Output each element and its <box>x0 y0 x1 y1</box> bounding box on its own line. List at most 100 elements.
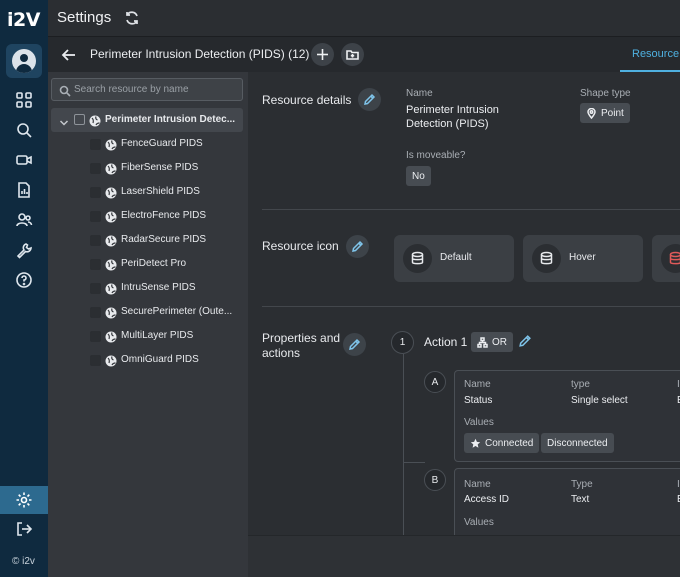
tree-item-checkbox[interactable] <box>90 163 101 174</box>
user-avatar-button[interactable] <box>6 44 42 78</box>
copyright-text: © i2v <box>12 556 35 567</box>
name-value: Perimeter Intrusion Detection (PIDS) <box>406 104 499 130</box>
property-letter: B <box>424 469 446 491</box>
tree-item-checkbox[interactable] <box>90 355 101 366</box>
value-label: Connected <box>485 437 534 449</box>
tree-item-checkbox[interactable] <box>90 283 101 294</box>
edit-properties-button[interactable] <box>343 333 366 356</box>
resource-icon-label: Resource icon <box>262 239 339 253</box>
globe-icon <box>105 210 117 223</box>
prop-type-label: Type <box>571 479 593 490</box>
icon-card-label: Hover <box>569 252 596 263</box>
tree-item[interactable]: SecurePerimeter (Oute... <box>48 300 248 324</box>
back-arrow-icon[interactable] <box>60 46 78 64</box>
globe-icon <box>105 282 117 295</box>
tree-item[interactable]: IntruSense PIDS <box>48 276 248 300</box>
tree-root-label: Perimeter Intrusion Detec... <box>105 114 236 125</box>
logout-icon[interactable] <box>12 517 36 541</box>
globe-icon <box>105 258 117 271</box>
chevron-down-icon[interactable] <box>59 115 69 126</box>
divider <box>262 306 680 307</box>
add-resource-button[interactable] <box>311 43 334 66</box>
moveable-chip: No <box>406 166 431 186</box>
prop-type-value: Text <box>571 494 590 505</box>
edit-icon-button[interactable] <box>346 235 369 258</box>
top-bar: Settings <box>48 0 680 37</box>
icon-card-label: Default <box>440 252 472 263</box>
tree-item-label: RadarSecure PIDS <box>121 234 207 245</box>
icon-card-hover[interactable]: Hover <box>523 235 643 282</box>
value-chip-connected: Connected <box>464 433 540 453</box>
tree-item-checkbox[interactable] <box>90 307 101 318</box>
avatar <box>12 49 36 73</box>
tree-item[interactable]: RadarSecure PIDS <box>48 228 248 252</box>
properties-label: Properties and actions <box>262 331 341 360</box>
sub-header: Perimeter Intrusion Detection (PIDS) (12… <box>48 37 680 72</box>
tree-root-item[interactable]: Perimeter Intrusion Detec... <box>51 108 243 132</box>
tree-item-checkbox[interactable] <box>90 187 101 198</box>
tree-item-label: FenceGuard PIDS <box>121 138 203 149</box>
moveable-label: Is moveable? <box>406 150 466 161</box>
help-icon[interactable] <box>12 268 36 292</box>
wrench-icon[interactable] <box>12 238 36 262</box>
shape-type-value: Point <box>601 107 624 119</box>
hierarchy-icon <box>477 336 488 348</box>
tree-item-checkbox[interactable] <box>90 235 101 246</box>
prop-values-label: Values <box>464 517 494 528</box>
tree-item[interactable]: OmniGuard PIDS <box>48 348 248 372</box>
database-icon <box>403 244 432 273</box>
app-window: i2V © i2v Settings Perimeter Intrusion D… <box>0 0 680 577</box>
tree-item-checkbox[interactable] <box>90 139 101 150</box>
icon-card-selected[interactable] <box>652 235 680 282</box>
dashboard-grid-icon[interactable] <box>12 88 36 112</box>
tree-item-label: IntruSense PIDS <box>121 282 196 293</box>
tree-item[interactable]: PeriDetect Pro <box>48 252 248 276</box>
prop-values-label: Values <box>464 417 494 428</box>
tree-item-checkbox[interactable] <box>90 259 101 270</box>
icon-card-default[interactable]: Default <box>394 235 514 282</box>
globe-icon <box>105 234 117 247</box>
tree-item[interactable]: LaserShield PIDS <box>48 180 248 204</box>
prop-extra-label: I <box>677 379 680 390</box>
tree-connector <box>403 462 425 463</box>
users-icon[interactable] <box>12 208 36 232</box>
tree-item-label: MultiLayer PIDS <box>121 330 194 341</box>
edit-details-button[interactable] <box>358 88 381 111</box>
refresh-icon[interactable] <box>124 10 140 26</box>
property-card-a: Name Status type Single select I E Value… <box>454 370 680 462</box>
map-pin-icon <box>587 107 596 119</box>
operator-value: OR <box>492 336 507 348</box>
prop-name-label: Name <box>464 479 491 490</box>
video-camera-icon[interactable] <box>12 148 36 172</box>
report-icon[interactable] <box>12 178 36 202</box>
resource-details-label: Resource details <box>262 93 352 107</box>
resource-tree-panel: Perimeter Intrusion Detec... FenceGuard … <box>48 72 248 577</box>
tree-item-label: FiberSense PIDS <box>121 162 199 173</box>
settings-gear-button[interactable] <box>0 486 48 514</box>
search-input[interactable] <box>74 81 239 98</box>
tree-item-label: SecurePerimeter (Oute... <box>121 306 233 317</box>
add-folder-button[interactable] <box>341 43 364 66</box>
tree-item-label: LaserShield PIDS <box>121 186 200 197</box>
tree-item[interactable]: FenceGuard PIDS <box>48 132 248 156</box>
prop-name-value: Access ID <box>464 494 510 505</box>
action-number: 1 <box>391 331 414 354</box>
tree-item-checkbox[interactable] <box>90 211 101 222</box>
resource-details-panel: Resource details Name Perimeter Intrusio… <box>248 72 680 535</box>
resource-group-title: Perimeter Intrusion Detection (PIDS) (12… <box>90 47 310 61</box>
tree-item[interactable]: FiberSense PIDS <box>48 156 248 180</box>
tree-root-checkbox[interactable] <box>74 114 85 125</box>
edit-action-pencil-icon[interactable] <box>518 334 534 350</box>
tree-item[interactable]: ElectroFence PIDS <box>48 204 248 228</box>
tab-resource-details[interactable]: Resource d <box>632 48 680 60</box>
tree-item[interactable]: MultiLayer PIDS <box>48 324 248 348</box>
divider <box>262 209 680 210</box>
prop-name-label: Name <box>464 379 491 390</box>
search-icon[interactable] <box>12 118 36 142</box>
search-icon <box>59 84 71 97</box>
tree-item-checkbox[interactable] <box>90 331 101 342</box>
search-box <box>51 78 243 101</box>
shape-type-chip: Point <box>580 103 630 123</box>
page-title: Settings <box>57 9 112 26</box>
prop-type-label: type <box>571 379 590 390</box>
